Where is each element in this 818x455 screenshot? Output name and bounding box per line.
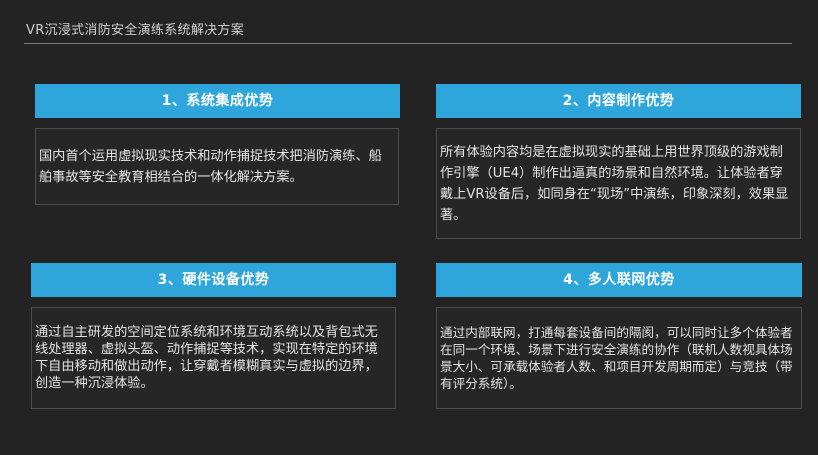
section-1-heading: 1、系统集成优势 — [35, 84, 400, 118]
section-2-body-text: 所有体验内容均是在虚拟现实的基础上用世界顶级的游戏制作引擎（UE4）制作出逼真的… — [440, 144, 789, 223]
section-2-heading: 2、内容制作优势 — [436, 84, 801, 118]
section-1-body: 国内首个运用虚拟现实技术和动作捕捉技术把消防演练、船舶事故等安全教育相结合的一体… — [35, 128, 399, 205]
section-4-heading: 4、多人联网优势 — [436, 263, 802, 297]
section-2-body: 所有体验内容均是在虚拟现实的基础上用世界顶级的游戏制作引擎（UE4）制作出逼真的… — [436, 128, 801, 239]
section-3-body-text: 通过自主研发的空间定位系统和环境互动系统以及背包式无线处理器、虚拟头盔、动作捕捉… — [35, 325, 378, 391]
section-4-body-text: 通过内部联网，打通每套设备间的隔阂，可以同时让多个体验者在同一个环境、场景下进行… — [440, 325, 793, 391]
section-4-body: 通过内部联网，打通每套设备间的隔阂，可以同时让多个体验者在同一个环境、场景下进行… — [436, 307, 802, 409]
section-3-heading: 3、硬件设备优势 — [31, 263, 396, 297]
section-1-body-text: 国内首个运用虚拟现实技术和动作捕捉技术把消防演练、船舶事故等安全教育相结合的一体… — [39, 148, 382, 185]
section-3-body: 通过自主研发的空间定位系统和环境互动系统以及背包式无线处理器、虚拟头盔、动作捕捉… — [31, 307, 396, 409]
title-divider — [24, 43, 792, 44]
page-title: VR沉浸式消防安全演练系统解决方案 — [26, 23, 245, 38]
